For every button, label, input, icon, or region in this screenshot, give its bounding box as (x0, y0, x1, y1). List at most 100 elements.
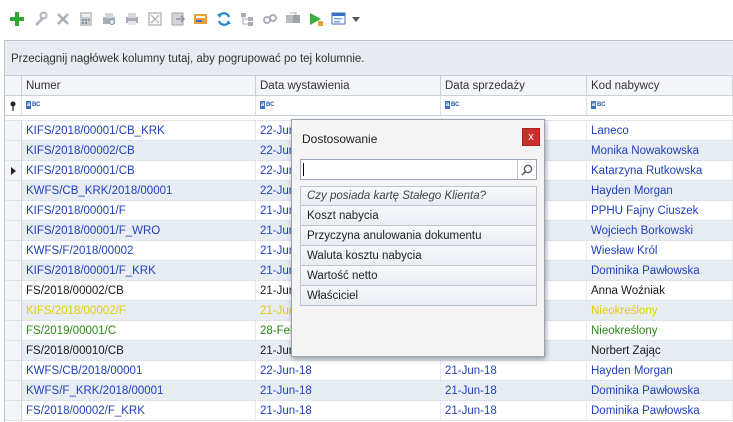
column-header-row: Numer Data wystawienia Data sprzedaży Ko… (5, 76, 733, 96)
group-by-panel[interactable]: Przeciągnij nagłówek kolumny tutaj, aby … (5, 41, 733, 76)
header-indicator (5, 76, 22, 95)
column-item-koszt-nabycia[interactable]: Koszt nabycia (300, 206, 537, 226)
row-indicator[interactable] (5, 121, 22, 140)
text-filter-icon: a BC (591, 101, 606, 109)
toolbar (0, 0, 733, 38)
current-row-arrow-icon (10, 166, 16, 175)
column-header-data-sprzedazy[interactable]: Data sprzedaży (441, 76, 587, 95)
chevron-down-icon[interactable] (351, 8, 361, 30)
cell-numer[interactable]: KWFS/CB/2018/00001 (22, 361, 256, 380)
row-indicator[interactable] (5, 201, 22, 220)
print-icon[interactable] (121, 8, 143, 30)
row-indicator[interactable] (5, 181, 22, 200)
cell-numer[interactable]: KIFS/2018/00001/F_WRO (22, 221, 256, 240)
table-row[interactable]: FS/2018/00002/F_KRK 21-Jun-18 21-Jun-18 Dom… (5, 401, 733, 421)
cell-numer[interactable]: KIFS/2018/00001/F_KRK (22, 261, 256, 280)
cell-data-wystawienia[interactable]: 21-Jun-18 (256, 401, 441, 420)
cancel-doc-icon[interactable] (144, 8, 166, 30)
tree-icon[interactable] (236, 8, 258, 30)
cell-numer[interactable]: FS/2018/00010/CB (22, 341, 256, 360)
filter-cell-kod-nabywcy[interactable]: a BC (587, 96, 733, 115)
filter-pin-icon[interactable] (5, 96, 22, 115)
cell-kod-nabywcy[interactable]: PPHU Fajny Ciuszek (587, 201, 733, 220)
cell-data-wystawienia[interactable]: 21-Jun-18 (256, 381, 441, 400)
cell-kod-nabywcy[interactable]: Hayden Morgan (587, 181, 733, 200)
add-icon[interactable] (6, 8, 28, 30)
filter-cell-data-sprzedazy[interactable]: a BC (441, 96, 587, 115)
cell-numer[interactable]: FS/2018/00002/CB (22, 281, 256, 300)
link-icon[interactable] (259, 8, 281, 30)
column-item-stala-karta[interactable]: Czy posiada kartę Stałego Klienta? (300, 186, 537, 206)
customize-dialog: Dostosowanie x Czy posiada kartę Stałego… (291, 119, 545, 357)
column-item-wlasciciel[interactable]: Właściciel (300, 286, 537, 306)
row-indicator[interactable] (5, 341, 22, 360)
table-row[interactable]: KWFS/F_KRK/2018/00001 21-Jun-18 21-Jun-18 D… (5, 381, 733, 401)
cell-kod-nabywcy[interactable]: Nieokreślony (587, 301, 733, 320)
import-icon[interactable] (190, 8, 212, 30)
text-filter-icon: a BC (26, 101, 41, 109)
text-filter-icon: a BC (260, 101, 275, 109)
cell-data-sprzedazy[interactable]: 21-Jun-18 (441, 401, 587, 420)
cell-kod-nabywcy[interactable]: Dominika Pawłowska (587, 381, 733, 400)
row-indicator[interactable] (5, 241, 22, 260)
export-icon[interactable] (167, 8, 189, 30)
cell-kod-nabywcy[interactable]: Dominika Pawłowska (587, 401, 733, 420)
cell-kod-nabywcy[interactable]: Anna Woźniak (587, 281, 733, 300)
row-indicator[interactable] (5, 281, 22, 300)
row-indicator[interactable] (5, 361, 22, 380)
column-item-waluta-kosztu[interactable]: Waluta kosztu nabycia (300, 246, 537, 266)
edit-icon[interactable] (29, 8, 51, 30)
cell-kod-nabywcy[interactable]: Norbert Zając (587, 341, 733, 360)
row-indicator[interactable] (5, 261, 22, 280)
customize-view-icon[interactable] (328, 8, 350, 30)
calculator-icon[interactable] (75, 8, 97, 30)
table-row[interactable]: KWFS/CB/2018/00001 22-Jun-18 21-Jun-18 Hayd… (5, 361, 733, 381)
cell-data-sprzedazy[interactable]: 21-Jun-18 (441, 381, 587, 400)
refresh-icon[interactable] (213, 8, 235, 30)
cell-kod-nabywcy[interactable]: Dominika Pawłowska (587, 261, 733, 280)
cell-numer[interactable]: KIFS/2018/00001/CB (22, 161, 256, 180)
cell-kod-nabywcy[interactable]: Wiesław Król (587, 241, 733, 260)
cell-numer[interactable]: KWFS/CB_KRK/2018/00001 (22, 181, 256, 200)
cell-numer[interactable]: KIFS/2018/00001/CB_KRK (22, 121, 256, 140)
cell-numer[interactable]: KWFS/F_KRK/2018/00001 (22, 381, 256, 400)
column-header-kod-nabywcy[interactable]: Kod nabywcy (587, 76, 733, 95)
cell-kod-nabywcy[interactable]: Katarzyna Rutkowska (587, 161, 733, 180)
search-icon[interactable] (517, 160, 536, 179)
column-item-przyczyna-anulowania[interactable]: Przyczyna anulowania dokumentu (300, 226, 537, 246)
cell-numer[interactable]: KIFS/2018/00002/F (22, 301, 256, 320)
filter-cell-data-wystawienia[interactable]: a BC (256, 96, 441, 115)
cell-kod-nabywcy[interactable]: Wojciech Borkowski (587, 221, 733, 240)
row-indicator[interactable] (5, 381, 22, 400)
hidden-columns-list: Czy posiada kartę Stałego Klienta? Koszt… (300, 186, 537, 306)
cell-numer[interactable]: KIFS/2018/00001/F (22, 201, 256, 220)
filter-cell-numer[interactable]: a BC (22, 96, 256, 115)
cell-numer[interactable]: KIFS/2018/00002/CB (22, 141, 256, 160)
cell-kod-nabywcy[interactable]: Hayden Morgan (587, 361, 733, 380)
dialog-search-input[interactable] (304, 160, 517, 179)
dialog-title: Dostosowanie (302, 132, 378, 146)
delete-icon[interactable] (52, 8, 74, 30)
column-header-numer[interactable]: Numer (22, 76, 256, 95)
cell-kod-nabywcy[interactable]: Monika Nowakowska (587, 141, 733, 160)
cell-kod-nabywcy[interactable]: Nieokreślony (587, 321, 733, 340)
row-indicator[interactable] (5, 221, 22, 240)
row-indicator[interactable] (5, 141, 22, 160)
cell-numer[interactable]: KWFS/F/2018/00002 (22, 241, 256, 260)
print-preview-icon[interactable] (98, 8, 120, 30)
row-indicator[interactable] (5, 401, 22, 420)
row-indicator[interactable] (5, 321, 22, 340)
cell-data-sprzedazy[interactable]: 21-Jun-18 (441, 361, 587, 380)
row-indicator[interactable] (5, 161, 22, 180)
row-indicator[interactable] (5, 301, 22, 320)
close-button[interactable]: x (522, 128, 540, 146)
cell-kod-nabywcy[interactable]: Laneco (587, 121, 733, 140)
column-item-wartosc-netto[interactable]: Wartość netto (300, 266, 537, 286)
column-header-data-wystawienia[interactable]: Data wystawienia (256, 76, 441, 95)
text-filter-icon: a BC (445, 101, 460, 109)
cell-numer[interactable]: FS/2018/00002/F_KRK (22, 401, 256, 420)
copy-icon[interactable] (282, 8, 304, 30)
cell-numer[interactable]: FS/2019/00001/C (22, 321, 256, 340)
cell-data-wystawienia[interactable]: 22-Jun-18 (256, 361, 441, 380)
play-icon[interactable] (305, 8, 327, 30)
